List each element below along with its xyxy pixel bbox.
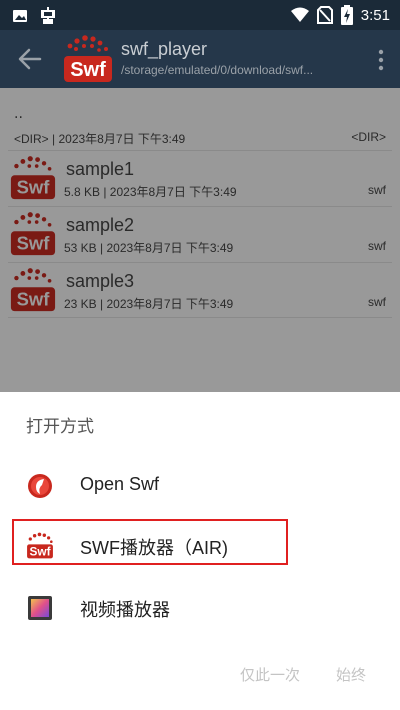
file-info: 23 KB | 2023年8月7日 下午3:49 <box>64 297 234 311</box>
file-info: 5.8 KB | 2023年8月7日 下午3:49 <box>64 185 237 199</box>
option-label: 视频播放器 <box>80 600 170 620</box>
sheet-title: 打开方式 <box>26 417 94 437</box>
parent-dir-info: <DIR> | 2023年8月7日 下午3:49 <box>14 132 186 146</box>
row-divider <box>8 206 392 207</box>
toolbar-title: swf_player <box>121 39 208 59</box>
parent-dir-row[interactable]: .. <DIR> | 2023年8月7日 下午3:49 <DIR> <box>0 88 400 150</box>
status-time: 3:51 <box>360 6 390 24</box>
no-sim-icon <box>316 6 333 24</box>
swf-file-icon: Swf <box>10 156 56 200</box>
file-list: .. <DIR> | 2023年8月7日 下午3:49 <DIR> Swf sa… <box>0 88 400 392</box>
bug-icon <box>41 7 55 24</box>
row-divider <box>8 150 392 151</box>
option-open-swf[interactable]: Open Swf <box>0 456 400 516</box>
image-icon <box>13 10 27 22</box>
open-with-sheet: 打开方式 Open Swf Swf SWF播放器（AIR) 视频播放器 仅此一次… <box>0 392 400 710</box>
toolbar-path: /storage/emulated/0/download/swf... <box>121 63 314 77</box>
row-divider <box>8 262 392 263</box>
app-logo-text: Swf <box>70 59 106 81</box>
back-arrow-icon[interactable] <box>14 44 46 74</box>
swf-file-icon: Swf <box>10 268 56 312</box>
file-row[interactable]: Swf sample1 5.8 KB | 2023年8月7日 下午3:49 sw… <box>0 150 400 206</box>
file-row[interactable]: Swf sample3 23 KB | 2023年8月7日 下午3:49 swf <box>0 262 400 318</box>
highlight-annotation <box>12 519 288 565</box>
file-info: 53 KB | 2023年8月7日 下午3:49 <box>64 241 234 255</box>
always-button[interactable]: 始终 <box>336 664 366 685</box>
option-label: Open Swf <box>80 474 160 494</box>
battery-charging-icon <box>340 5 353 25</box>
file-icon-text: Swf <box>17 289 51 310</box>
file-row[interactable]: Swf sample2 53 KB | 2023年8月7日 下午3:49 swf <box>0 206 400 262</box>
status-left-icons <box>12 6 58 26</box>
file-icon-text: Swf <box>17 177 51 198</box>
file-type: swf <box>368 295 386 309</box>
video-player-icon <box>28 596 52 620</box>
just-once-button[interactable]: 仅此一次 <box>240 664 300 685</box>
toolbar: Swf swf_player /storage/emulated/0/downl… <box>0 30 400 88</box>
open-swf-app-icon <box>28 474 52 498</box>
file-type: swf <box>368 239 386 253</box>
swf-file-icon: Swf <box>10 212 56 256</box>
option-video-player[interactable]: 视频播放器 <box>0 578 400 638</box>
file-type: swf <box>368 183 386 197</box>
status-right-icons: 3:51 <box>290 5 390 25</box>
overflow-menu-icon[interactable] <box>376 48 386 72</box>
wifi-icon <box>290 7 309 22</box>
parent-dir-tag: <DIR> <box>351 130 386 144</box>
status-bar: 3:51 <box>0 0 400 30</box>
file-name: sample3 <box>66 271 135 291</box>
app-logo-icon: Swf <box>64 35 112 82</box>
file-name: sample1 <box>66 159 135 179</box>
row-divider <box>8 317 392 318</box>
parent-dir-name: .. <box>14 106 23 122</box>
file-name: sample2 <box>66 215 135 235</box>
file-icon-text: Swf <box>17 233 51 254</box>
